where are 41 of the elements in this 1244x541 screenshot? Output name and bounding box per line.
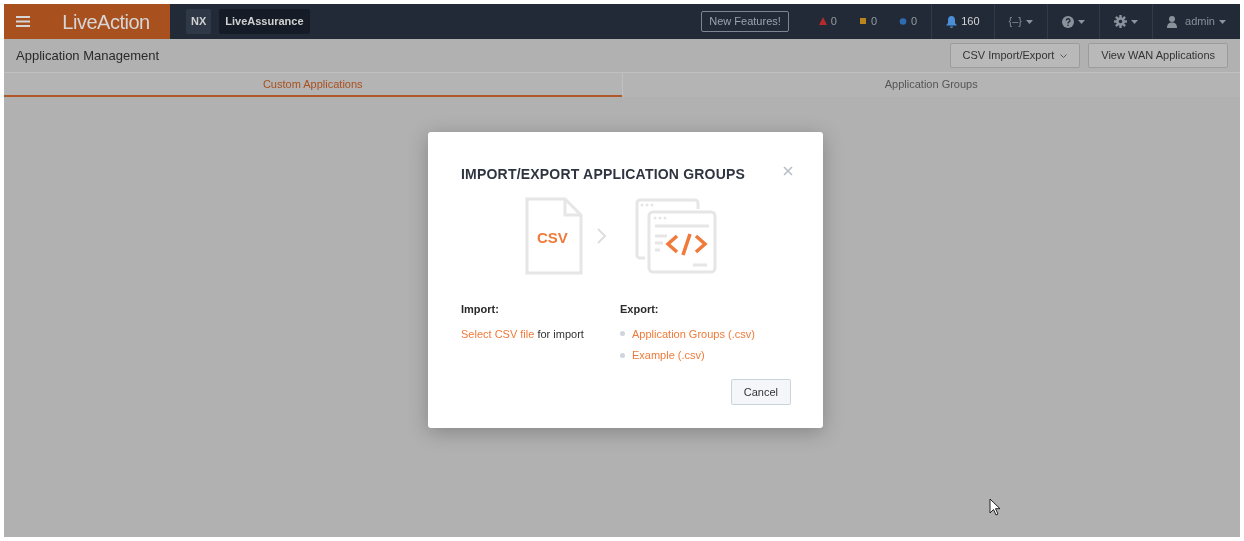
alert-counter[interactable]: 0 (899, 13, 918, 30)
file-type-label: CSV (537, 228, 568, 248)
settings-icon (1114, 15, 1128, 28)
close-icon (783, 166, 793, 177)
settings-menu[interactable] (1114, 15, 1139, 28)
bell-icon (946, 15, 958, 28)
alert-counter[interactable]: 0 (858, 13, 878, 30)
chevron-icon (1060, 53, 1068, 58)
user-menu[interactable]: admin (1167, 13, 1226, 30)
import-instruction: Select CSV file for import (461, 326, 585, 342)
page-title: Application Management (16, 46, 160, 65)
code-window-icon (635, 198, 717, 274)
notifications-button[interactable]: 160 (946, 13, 980, 30)
user-icon (1167, 15, 1178, 28)
cursor-icon (989, 498, 1001, 516)
chevron-right-icon (597, 228, 607, 244)
dropdown-button[interactable]: CSV Import/Export (949, 43, 1081, 68)
bullet-icon (620, 331, 625, 337)
file-icon (525, 197, 583, 275)
app-badge[interactable]: LiveAssurance (219, 9, 310, 34)
export-heading: Export: (620, 302, 660, 317)
select-file-link[interactable]: Select CSV file (461, 327, 535, 340)
export-link[interactable]: Example (.csv) (632, 347, 705, 364)
product-badge[interactable]: NX (186, 9, 212, 34)
help-menu[interactable] (1062, 15, 1086, 28)
import-heading: Import: (461, 302, 500, 317)
cancel-button[interactable]: Cancel (730, 378, 791, 405)
code-menu[interactable]: {–} (1008, 13, 1034, 30)
bullet-icon (620, 352, 625, 358)
dialog-title: IMPORT/EXPORT APPLICATION GROUPS (461, 165, 746, 184)
help-icon (1062, 15, 1075, 28)
caret-icon (1078, 19, 1086, 24)
menu-icon (16, 16, 30, 27)
menu-button[interactable] (4, 4, 42, 39)
export-link[interactable]: Application Groups (.csv) (632, 325, 755, 342)
caret-icon (1219, 19, 1226, 24)
view-button[interactable]: View WAN Applications (1088, 43, 1228, 68)
caret-icon (1026, 19, 1034, 24)
new-features-button[interactable]: New Features! (701, 11, 789, 32)
alert-counter[interactable]: 0 (818, 13, 837, 30)
caret-icon (1131, 19, 1139, 24)
